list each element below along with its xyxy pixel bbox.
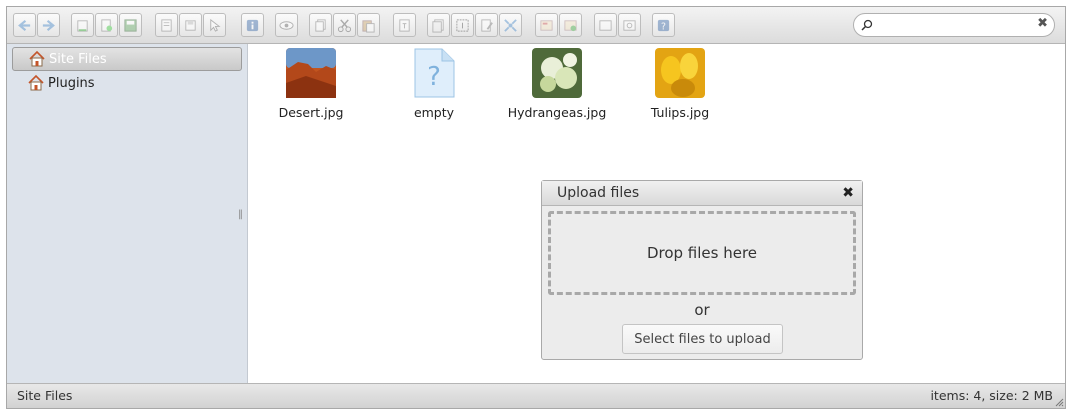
resize-icon — [504, 18, 517, 32]
cut-icon — [337, 18, 352, 32]
preview-button[interactable] — [275, 13, 298, 37]
toolbar-group-edit — [427, 13, 522, 37]
paste-button[interactable] — [357, 13, 380, 37]
status-info: items: 4, size: 2 MB — [930, 388, 1053, 403]
file-item[interactable]: Hydrangeas.jpg — [502, 48, 612, 120]
resize-button[interactable] — [499, 13, 522, 37]
duplicate-button[interactable] — [309, 13, 332, 37]
file-name: Desert.jpg — [278, 105, 344, 120]
select-button[interactable] — [203, 13, 226, 37]
toolbar-group-file — [71, 13, 142, 37]
drop-zone[interactable]: Drop files here — [548, 211, 856, 295]
svg-text:?: ? — [661, 21, 666, 32]
info-icon — [246, 19, 259, 31]
status-path: Site Files — [17, 388, 73, 403]
sidebar: Site Files Plugins ‖ — [7, 44, 248, 384]
list-view-button[interactable] — [594, 13, 617, 37]
home-icon — [29, 50, 45, 67]
resize-grip-icon[interactable] — [1055, 398, 1064, 407]
search-input[interactable] — [876, 16, 1026, 34]
close-icon[interactable]: ✖ — [1037, 16, 1048, 31]
desert-thumbnail — [286, 48, 336, 98]
file-name: empty — [413, 105, 455, 120]
sidebar-item-site-files[interactable]: Site Files — [12, 47, 242, 71]
view-icon — [540, 19, 553, 31]
sidebar-item-label: Plugins — [48, 75, 95, 91]
file-name: Hydrangeas.jpg — [507, 105, 607, 120]
icons-view-button[interactable] — [618, 13, 641, 37]
search-icon — [861, 19, 873, 31]
home-icon — [28, 74, 44, 91]
open-icon — [161, 18, 172, 32]
upload-dialog: Upload files ✖ Drop files here or Select… — [541, 180, 863, 360]
view-button[interactable] — [535, 13, 558, 37]
cut-button[interactable] — [333, 13, 356, 37]
status-bar: Site Files items: 4, size: 2 MB — [7, 383, 1065, 408]
up-folder-button[interactable] — [71, 13, 94, 37]
toolbar-group-clipboard — [309, 13, 380, 37]
preview-icon — [279, 20, 294, 30]
toolbar-group-history — [13, 13, 60, 37]
toolbar-group-view — [535, 13, 582, 37]
new-folder-button[interactable] — [95, 13, 118, 37]
forward-button[interactable] — [37, 13, 60, 37]
save-button[interactable] — [119, 13, 142, 37]
toolbar-group-rename — [393, 13, 416, 37]
sidebar-item-label: Site Files — [49, 51, 107, 67]
toolbar-group-open — [155, 13, 226, 37]
file-name: Tulips.jpg — [650, 105, 710, 120]
toolbar-group-preview — [275, 13, 298, 37]
close-icon[interactable]: ✖ — [842, 185, 854, 201]
info-button[interactable] — [241, 13, 264, 37]
archive-icon — [432, 18, 444, 33]
back-icon — [18, 19, 31, 31]
back-button[interactable] — [13, 13, 36, 37]
toolbar-group-info — [241, 13, 264, 37]
icons-view-icon — [623, 19, 636, 31]
rename-icon — [399, 18, 410, 32]
up-folder-icon — [77, 19, 88, 32]
edit-icon — [481, 18, 493, 32]
download-icon — [564, 19, 577, 31]
file-item[interactable]: Tulips.jpg — [625, 48, 735, 120]
upload-dialog-header: Upload files ✖ — [542, 181, 862, 206]
save-icon — [124, 18, 137, 32]
toolbar: ? ✖ — [7, 7, 1065, 44]
paste-icon — [362, 19, 375, 33]
download-button[interactable] — [559, 13, 582, 37]
edit-button[interactable] — [475, 13, 498, 37]
new-folder-icon — [101, 18, 113, 32]
forward-icon — [42, 19, 55, 31]
select-all-button[interactable] — [451, 13, 474, 37]
help-icon: ? — [657, 19, 670, 32]
tulips-thumbnail — [655, 48, 705, 98]
hydrangeas-thumbnail — [532, 48, 582, 98]
duplicate-icon — [315, 18, 326, 32]
search-box[interactable]: ✖ — [853, 13, 1055, 37]
svg-text:?: ? — [427, 62, 441, 92]
file-item[interactable]: Desert.jpg — [256, 48, 366, 120]
file-item[interactable]: ? empty — [379, 48, 489, 120]
archive-button[interactable] — [427, 13, 450, 37]
toolbar-group-help: ? — [652, 13, 675, 37]
file-manager: ? ✖ Site Files Plugins ‖ Desert.jpg ? em… — [6, 6, 1066, 409]
unknown-file-icon: ? — [414, 48, 455, 98]
copy-button[interactable] — [179, 13, 202, 37]
sidebar-item-plugins[interactable]: Plugins — [12, 71, 242, 95]
copy-icon — [185, 19, 196, 31]
help-button[interactable]: ? — [652, 13, 675, 37]
select-all-icon — [456, 18, 469, 32]
or-label: or — [694, 301, 710, 319]
toolbar-group-layout — [594, 13, 641, 37]
select-icon — [210, 18, 221, 32]
splitter-handle[interactable]: ‖ — [238, 209, 243, 220]
drop-zone-label: Drop files here — [646, 244, 758, 262]
select-files-button[interactable]: Select files to upload — [622, 324, 783, 354]
open-button[interactable] — [155, 13, 178, 37]
list-view-icon — [599, 19, 612, 31]
upload-dialog-title: Upload files — [557, 185, 640, 201]
rename-button[interactable] — [393, 13, 416, 37]
